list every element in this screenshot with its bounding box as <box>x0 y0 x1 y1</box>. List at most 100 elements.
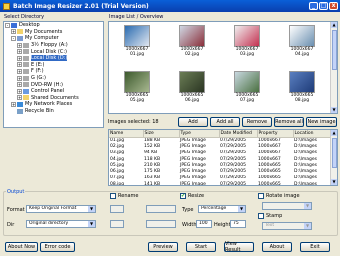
add-button[interactable]: Add <box>178 117 208 127</box>
remove-all-button[interactable]: Remove all <box>274 117 304 127</box>
expand-icon[interactable]: + <box>17 95 22 101</box>
preview-button[interactable]: Preview <box>148 242 178 252</box>
maximize-button[interactable]: □ <box>319 2 328 10</box>
height-input[interactable]: 75 <box>230 220 246 228</box>
rename-field[interactable] <box>146 205 176 213</box>
tree-item-label: Local Disk (C:) <box>31 48 67 55</box>
exit-button[interactable]: Exit <box>300 242 330 252</box>
expand-icon[interactable]: + <box>11 29 16 35</box>
thumbnail-item[interactable]: 1000x667 01.jpg <box>115 25 159 65</box>
tree-item[interactable]: Recycle Bin <box>4 108 103 115</box>
image-list[interactable]: Name Size Type Date Modified Property Locatio… <box>108 129 338 186</box>
thumbnail-item[interactable]: 1000x665 06.jpg <box>170 71 214 111</box>
column-header[interactable]: Type <box>179 130 220 138</box>
tree-item-label: Local Disk (D:) <box>31 55 68 62</box>
expand-icon[interactable]: + <box>17 82 22 88</box>
thumbnail-item[interactable]: 1000x665 08.jpg <box>280 71 324 111</box>
stamp-checkbox[interactable]: Stamp <box>258 213 282 219</box>
column-header[interactable]: Size <box>143 130 180 138</box>
thumbnail-name: 04.jpg <box>294 52 310 57</box>
chevron-down-icon[interactable]: ▼ <box>238 206 245 212</box>
view-result-button[interactable]: View Result <box>224 241 254 253</box>
tree-item[interactable]: + My Network Places <box>4 101 103 108</box>
thumbnail-item[interactable]: 1000x665 05.jpg <box>115 71 159 111</box>
expand-icon[interactable]: + <box>17 62 22 68</box>
rename-digits[interactable] <box>146 220 176 228</box>
thumbnail-item[interactable]: 1000x667 02.jpg <box>170 25 214 65</box>
tree-item[interactable]: +3½ Floppy (A:) <box>4 42 103 49</box>
rename-prefix[interactable] <box>110 205 124 213</box>
thumbnail-item[interactable]: 1000x665 07.jpg <box>225 71 269 111</box>
tree-item[interactable]: + G (G:) <box>4 75 103 82</box>
output-label: Output <box>6 189 26 195</box>
checkbox-box[interactable]: ✔ <box>180 193 186 199</box>
table-row[interactable]: 08.jpg 141 KB JPEG Image 07/29/2005 1000x665… <box>109 181 331 186</box>
scroll-up-icon[interactable]: ▲ <box>331 22 337 28</box>
list-scrollbar[interactable]: ▲ ▼ <box>330 130 337 185</box>
scroll-down-icon[interactable]: ▼ <box>331 107 337 113</box>
rotate-checkbox[interactable]: Rotate image <box>258 193 300 199</box>
list-scroll-thumb[interactable] <box>332 138 337 168</box>
rename-checkbox[interactable]: Rename <box>110 193 139 199</box>
tree-item[interactable]: - Desktop <box>4 22 103 29</box>
expand-icon[interactable]: + <box>17 68 22 74</box>
chevron-down-icon[interactable]: ▼ <box>304 223 311 229</box>
expand-icon[interactable] <box>11 108 16 114</box>
stamp-select[interactable]: Text ▼ <box>262 222 312 230</box>
start-button[interactable]: Start <box>186 242 216 252</box>
list-scroll-up-icon[interactable]: ▲ <box>331 130 337 136</box>
checkbox-box[interactable] <box>258 193 264 199</box>
checkbox-box[interactable] <box>110 193 116 199</box>
thumbnail-scrollbar[interactable]: ▲ ▼ <box>330 22 337 113</box>
thumbnail-panel[interactable]: ▲ ▼ 1000x667 01.jpg 1000x667 02.jpg 1000x667… <box>108 21 338 114</box>
column-header[interactable]: Name <box>109 130 144 138</box>
error-code-button[interactable]: Error code <box>40 242 75 252</box>
tree-item[interactable]: + Local Disk (C:) <box>4 48 103 55</box>
tree-item[interactable]: + F (F:) <box>4 68 103 75</box>
type-label: Type <box>182 207 194 213</box>
expand-icon[interactable]: + <box>17 75 22 81</box>
thumbnail-item[interactable]: 1000x667 03.jpg <box>225 25 269 65</box>
list-scroll-down-icon[interactable]: ▼ <box>331 179 337 185</box>
collapse-icon[interactable]: - <box>5 22 10 28</box>
column-header[interactable]: Location <box>293 130 332 138</box>
minimize-button[interactable]: _ <box>309 2 318 10</box>
expand-icon[interactable]: + <box>17 42 22 48</box>
type-select[interactable]: Percentage ▼ <box>198 205 246 213</box>
close-button[interactable]: x <box>329 2 338 10</box>
tree-item[interactable]: + DVD-RW (H:) <box>4 81 103 88</box>
chevron-down-icon[interactable]: ▼ <box>304 203 311 209</box>
folder-tree[interactable]: - Desktop + My Documents - My Computer +3½ Flo… <box>3 21 104 128</box>
tree-item[interactable]: + My Documents <box>4 29 103 36</box>
about-button[interactable]: About <box>262 242 292 252</box>
expand-icon[interactable]: + <box>17 49 22 55</box>
expand-icon[interactable]: + <box>11 101 16 107</box>
dir-select[interactable]: Original directory ▼ <box>26 220 96 228</box>
collapse-icon[interactable]: - <box>11 35 16 41</box>
rotate-select[interactable]: ▼ <box>262 202 312 210</box>
rename-start[interactable] <box>110 220 124 228</box>
column-header[interactable]: Property <box>257 130 294 138</box>
about-now-button[interactable]: About Now <box>5 242 38 252</box>
add-all-button[interactable]: Add all <box>210 117 240 127</box>
remove-button[interactable]: Remove <box>242 117 272 127</box>
expand-icon[interactable]: + <box>17 55 22 61</box>
table-cell: JPEG Image <box>180 181 206 186</box>
resize-checkbox[interactable]: ✔ Resize <box>180 193 204 199</box>
tree-item[interactable]: + Shared Documents <box>4 95 103 102</box>
tree-item[interactable]: + E (E:) <box>4 62 103 69</box>
checkbox-box[interactable] <box>258 213 264 219</box>
chevron-down-icon[interactable]: ▼ <box>88 221 95 227</box>
tree-item[interactable]: - My Computer <box>4 35 103 42</box>
chevron-down-icon[interactable]: ▼ <box>88 206 95 212</box>
format-select[interactable]: Keep Original Format ▼ <box>26 205 96 213</box>
scroll-thumb[interactable] <box>332 30 337 70</box>
expand-icon[interactable]: + <box>17 88 22 94</box>
column-header[interactable]: Date Modified <box>219 130 258 138</box>
tree-item[interactable]: + Control Panel <box>4 88 103 95</box>
width-input[interactable]: 100 <box>196 220 212 228</box>
thumbnail-item[interactable]: 1000x667 04.jpg <box>280 25 324 65</box>
tree-item[interactable]: + Local Disk (D:) <box>4 55 103 62</box>
tree-item-label: DVD-RW (H:) <box>31 81 63 88</box>
new-image-button[interactable]: New image <box>306 117 337 127</box>
